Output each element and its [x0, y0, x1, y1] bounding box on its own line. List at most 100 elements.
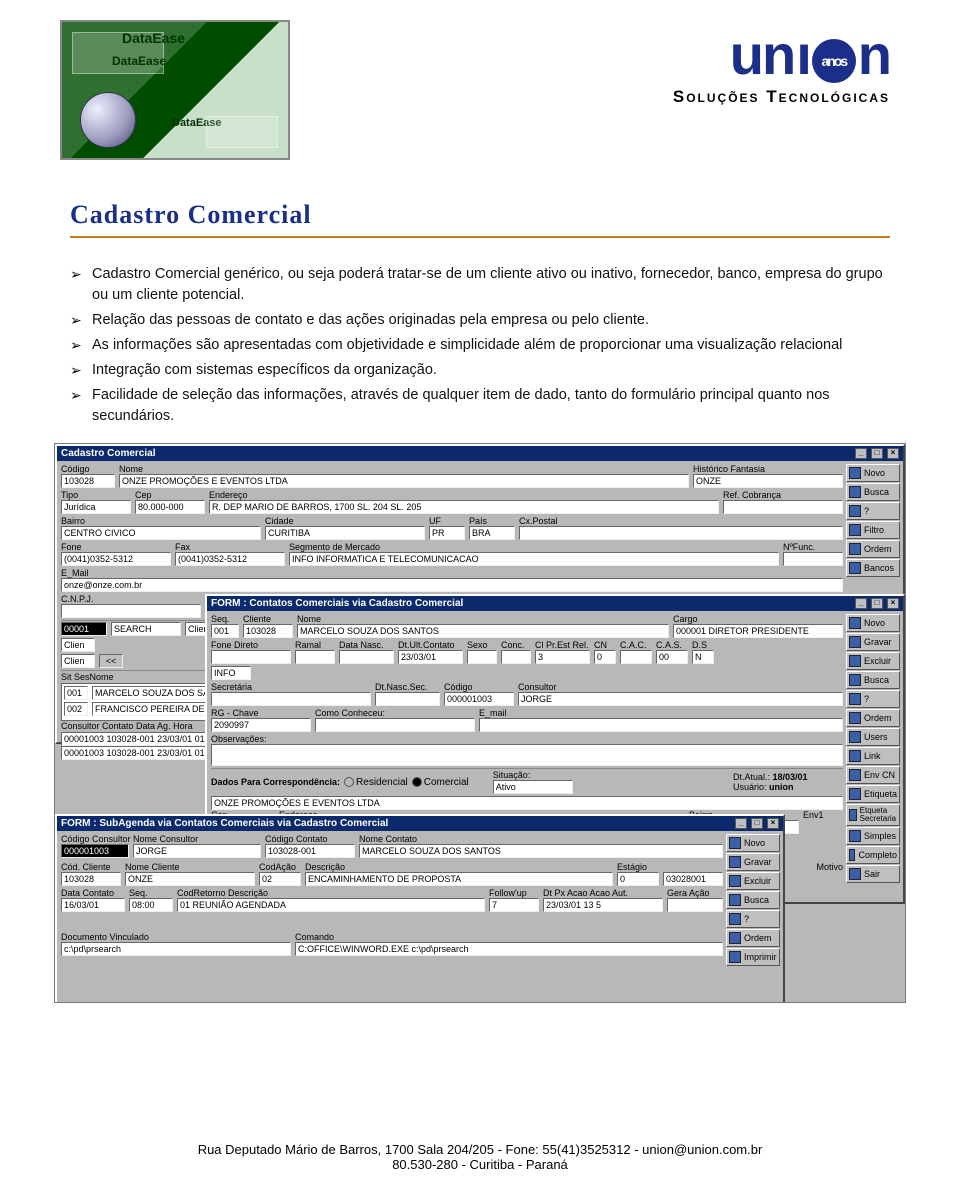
- search-code[interactable]: 00001: [61, 622, 107, 636]
- dt-ult-contato-input[interactable]: 23/03/01: [398, 650, 463, 664]
- cac-input[interactable]: [620, 650, 652, 664]
- secretaria-input[interactable]: [211, 692, 371, 706]
- side-novo-button[interactable]: Novo: [726, 834, 780, 852]
- side-link-button[interactable]: Link: [846, 747, 900, 765]
- side-busca-button[interactable]: Busca: [846, 483, 900, 501]
- cod-retorno-input[interactable]: 01 REUNIÃO AGENDADA: [177, 898, 485, 912]
- email-input[interactable]: onze@onze.com.br: [61, 578, 843, 592]
- descricao-input[interactable]: ENCAMINHAMENTO DE PROPOSTA: [305, 872, 613, 886]
- nome-input[interactable]: ONZE PROMOÇÕES E EVENTOS LTDA: [119, 474, 689, 488]
- clprestrel-input[interactable]: 3: [535, 650, 590, 664]
- seq-input[interactable]: 001: [211, 624, 239, 638]
- cliente-input[interactable]: 103028: [243, 624, 293, 638]
- side-novo-button[interactable]: Novo: [846, 464, 900, 482]
- maximize-icon[interactable]: □: [871, 448, 883, 459]
- info-input[interactable]: INFO: [211, 666, 251, 680]
- side-ordem-button[interactable]: Ordem: [846, 709, 900, 727]
- side-help-button[interactable]: ?: [726, 910, 780, 928]
- extra-code-input[interactable]: 03028001: [663, 872, 723, 886]
- corr-nome-input[interactable]: ONZE PROMOÇÕES E EVENTOS LTDA: [211, 796, 843, 810]
- cargo-input[interactable]: 000001 DIRETOR PRESIDENTE: [673, 624, 843, 638]
- data-contato-input[interactable]: 16/03/01: [61, 898, 125, 912]
- comando-input[interactable]: C:OFFICE\WINWORD.EXE c:\pd\prsearch: [295, 942, 723, 956]
- tipo-input[interactable]: Jurídica: [61, 500, 131, 514]
- search-label[interactable]: SEARCH: [111, 622, 181, 636]
- nome-cliente-input[interactable]: ONZE: [125, 872, 255, 886]
- collapse-button[interactable]: <<: [99, 654, 123, 668]
- fax-input[interactable]: (0041)0352-5312: [175, 552, 285, 566]
- obs-input[interactable]: [211, 744, 843, 766]
- nfunc-input[interactable]: [783, 552, 843, 566]
- cod-acao-input[interactable]: 02: [259, 872, 301, 886]
- side-imprimir-button[interactable]: Imprimir: [726, 948, 780, 966]
- ds-input[interactable]: N: [692, 650, 714, 664]
- side-simples-button[interactable]: Simples: [846, 827, 900, 845]
- cep-input[interactable]: 80.000-000: [135, 500, 205, 514]
- nome-contato-input[interactable]: MARCELO SOUZA DOS SANTOS: [359, 844, 723, 858]
- side-help-button[interactable]: ?: [846, 502, 900, 520]
- hist-fantasia-input[interactable]: ONZE: [693, 474, 843, 488]
- ramal-input[interactable]: [295, 650, 335, 664]
- bairro-input[interactable]: CENTRO CIVICO: [61, 526, 261, 540]
- pais-input[interactable]: BRA: [469, 526, 515, 540]
- minimize-icon[interactable]: _: [735, 818, 747, 829]
- ref-cobranca-input[interactable]: [723, 500, 843, 514]
- minimize-icon[interactable]: _: [855, 598, 867, 609]
- minimize-icon[interactable]: _: [855, 448, 867, 459]
- side-ordem-button[interactable]: Ordem: [846, 540, 900, 558]
- opt-comercial[interactable]: Comercial: [412, 777, 469, 788]
- conc-input[interactable]: [501, 650, 531, 664]
- side-novo-button[interactable]: Novo: [846, 614, 900, 632]
- side-excluir-button[interactable]: Excluir: [726, 872, 780, 890]
- nome-consultor-input[interactable]: JORGE: [133, 844, 261, 858]
- side-completo-button[interactable]: Completo: [846, 846, 900, 864]
- rg-input[interactable]: 2090997: [211, 718, 311, 732]
- como-conheceu-input[interactable]: [315, 718, 475, 732]
- side-excluir-button[interactable]: Excluir: [846, 652, 900, 670]
- close-icon[interactable]: ×: [887, 598, 899, 609]
- uf-input[interactable]: PR: [429, 526, 465, 540]
- data-nasc-input[interactable]: [339, 650, 394, 664]
- side-busca-button[interactable]: Busca: [846, 671, 900, 689]
- side-users-button[interactable]: Users: [846, 728, 900, 746]
- side-envcn-button[interactable]: Env CN: [846, 766, 900, 784]
- side-bancos-button[interactable]: Bancos: [846, 559, 900, 577]
- side-gravar-button[interactable]: Gravar: [726, 853, 780, 871]
- sexo-input[interactable]: [467, 650, 497, 664]
- codigo-input[interactable]: 103028: [61, 474, 115, 488]
- opt-residencial[interactable]: Residencial: [344, 777, 408, 788]
- doc-vinc-input[interactable]: c:\pd\prsearch: [61, 942, 291, 956]
- side-help-button[interactable]: ?: [846, 690, 900, 708]
- email2-input[interactable]: [479, 718, 843, 732]
- seq3-input[interactable]: 08:00: [129, 898, 173, 912]
- cas-input[interactable]: 00: [656, 650, 688, 664]
- codigo-input[interactable]: 000001003: [444, 692, 514, 706]
- side-etiqueta-button[interactable]: Etiqueta: [846, 785, 900, 803]
- close-icon[interactable]: ×: [887, 448, 899, 459]
- situacao-input[interactable]: Ativo: [493, 780, 573, 794]
- followup-input[interactable]: 7: [489, 898, 539, 912]
- cod-contato-input[interactable]: 103028-001: [265, 844, 355, 858]
- cnpj-input[interactable]: [61, 604, 201, 618]
- estagio-input[interactable]: 0: [617, 872, 659, 886]
- maximize-icon[interactable]: □: [871, 598, 883, 609]
- endereco-input[interactable]: R. DEP MARIO DE BARROS, 1700 SL. 204 SL.…: [209, 500, 719, 514]
- side-gravar-button[interactable]: Gravar: [846, 633, 900, 651]
- cidade-input[interactable]: CURITIBA: [265, 526, 425, 540]
- side-ordem-button[interactable]: Ordem: [726, 929, 780, 947]
- side-filtro-button[interactable]: Filtro: [846, 521, 900, 539]
- side-etiqueta-sec-button[interactable]: Etqueta Secretaria: [846, 804, 900, 826]
- close-icon[interactable]: ×: [767, 818, 779, 829]
- fone-input[interactable]: (0041)0352-5312: [61, 552, 171, 566]
- dtnascsec-input[interactable]: [375, 692, 440, 706]
- cod-consultor-input[interactable]: 000001003: [61, 844, 129, 858]
- side-sair-button[interactable]: Sair: [846, 865, 900, 883]
- consultor-input[interactable]: JORGE: [518, 692, 843, 706]
- cn-input[interactable]: 0: [594, 650, 616, 664]
- nome-input[interactable]: MARCELO SOUZA DOS SANTOS: [297, 624, 669, 638]
- segmento-input[interactable]: INFO INFORMATICA E TELECOMUNICACAO: [289, 552, 779, 566]
- fone-direto-input[interactable]: [211, 650, 291, 664]
- maximize-icon[interactable]: □: [751, 818, 763, 829]
- cod-cliente-input[interactable]: 103028: [61, 872, 121, 886]
- gera-acao-input[interactable]: [667, 898, 723, 912]
